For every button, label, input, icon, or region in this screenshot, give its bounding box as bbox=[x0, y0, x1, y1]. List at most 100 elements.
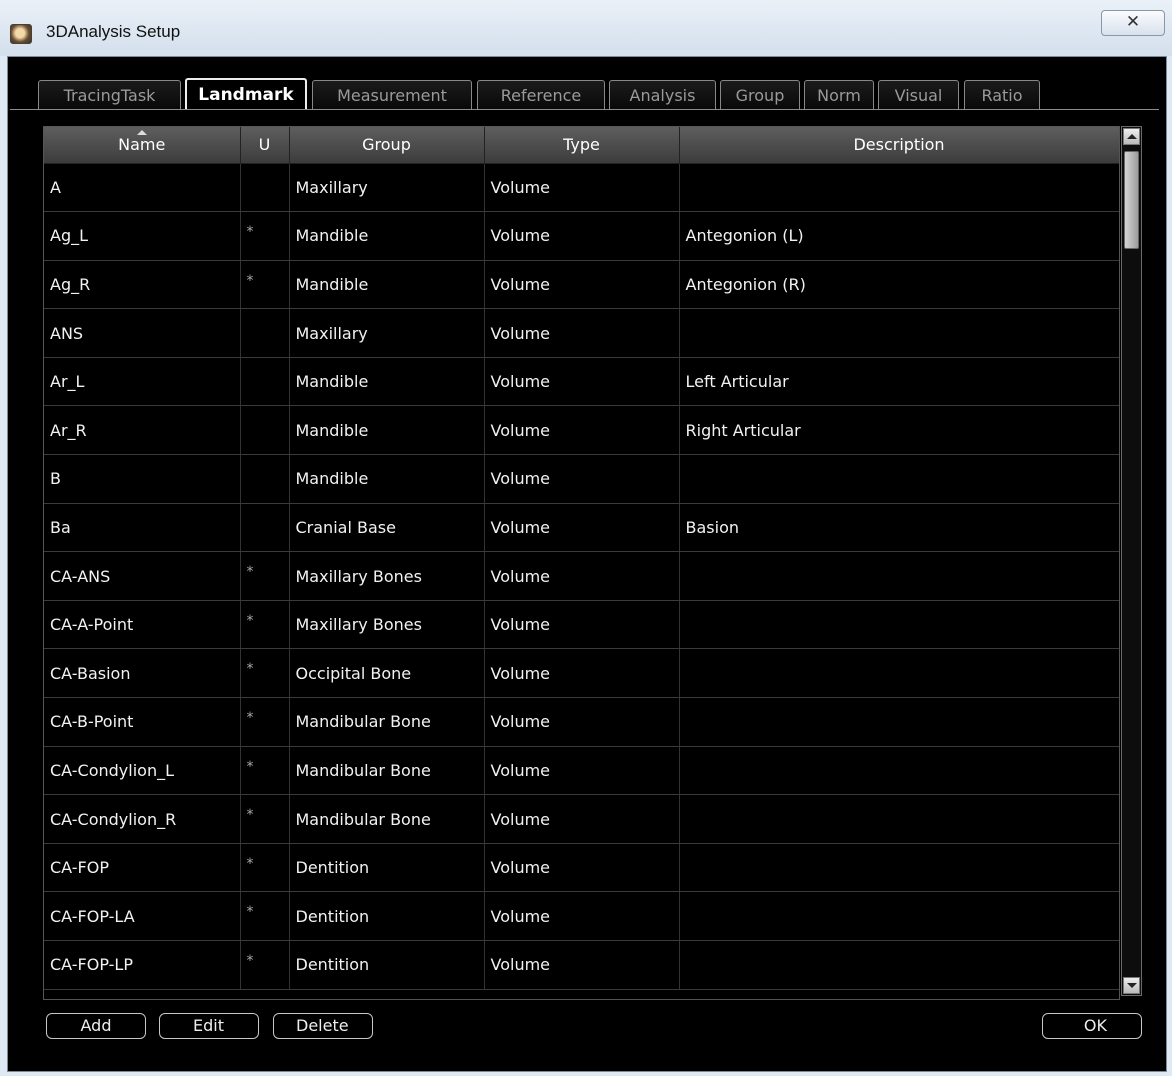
cell-type: Volume bbox=[484, 600, 680, 650]
cell-type: Volume bbox=[484, 746, 680, 796]
cell-group: Dentition bbox=[289, 940, 485, 990]
table-row[interactable]: CA-B-Point * Mandibular Bone Volume bbox=[44, 697, 1119, 747]
tab-group[interactable]: Group bbox=[720, 80, 800, 109]
cell-type: Volume bbox=[484, 405, 680, 456]
cell-group: Dentition bbox=[289, 843, 485, 893]
cell-u: * bbox=[240, 551, 290, 601]
table-row[interactable]: Ba Cranial Base Volume Basion bbox=[44, 503, 1119, 553]
cell-type: Volume bbox=[484, 357, 680, 407]
cell-description bbox=[679, 891, 1119, 941]
cell-description bbox=[679, 746, 1119, 796]
column-header-u[interactable]: U bbox=[240, 127, 290, 164]
table-row[interactable]: CA-FOP * Dentition Volume bbox=[44, 843, 1119, 893]
tab-analysis[interactable]: Analysis bbox=[609, 80, 716, 109]
tab-divider bbox=[10, 109, 1159, 110]
close-button[interactable]: ✕ bbox=[1101, 10, 1165, 36]
cell-name: Ag_L bbox=[44, 211, 241, 261]
cell-u: * bbox=[240, 648, 290, 699]
column-header-group[interactable]: Group bbox=[289, 127, 485, 164]
ok-button[interactable]: OK bbox=[1042, 1013, 1142, 1039]
cell-description bbox=[679, 697, 1119, 747]
tab-norm[interactable]: Norm bbox=[804, 80, 874, 109]
cell-type: Volume bbox=[484, 503, 680, 553]
cell-type: Volume bbox=[484, 940, 680, 990]
table-row[interactable]: B Mandible Volume bbox=[44, 454, 1119, 504]
add-button[interactable]: Add bbox=[46, 1013, 146, 1039]
cell-group: Mandibular Bone bbox=[289, 746, 485, 796]
title-bar: 3DAnalysis Setup ✕ bbox=[0, 0, 1172, 56]
tab-tracingtask[interactable]: TracingTask bbox=[38, 80, 181, 109]
tab-visual[interactable]: Visual bbox=[878, 80, 959, 109]
cell-type: Volume bbox=[484, 551, 680, 601]
cell-description bbox=[679, 308, 1119, 358]
table-row[interactable]: Ag_R * Mandible Volume Antegonion (R) bbox=[44, 260, 1119, 310]
cell-name: CA-A-Point bbox=[44, 600, 241, 650]
cell-type: Volume bbox=[484, 454, 680, 504]
tab-ratio[interactable]: Ratio bbox=[964, 80, 1040, 109]
table-row[interactable]: Ar_L Mandible Volume Left Articular bbox=[44, 357, 1119, 407]
delete-button[interactable]: Delete bbox=[273, 1013, 373, 1039]
table-header-row: Name U Group Type Description bbox=[44, 127, 1119, 164]
landmark-table: Name U Group Type Description A Maxillary… bbox=[43, 126, 1120, 1000]
cell-name: CA-FOP-LA bbox=[44, 891, 241, 941]
cell-u: * bbox=[240, 260, 290, 310]
tab-measurement[interactable]: Measurement bbox=[312, 80, 472, 109]
cell-name: CA-Basion bbox=[44, 648, 241, 699]
cell-description: Antegonion (L) bbox=[679, 211, 1119, 261]
table-row[interactable]: CA-Condylion_L * Mandibular Bone Volume bbox=[44, 746, 1119, 796]
table-row[interactable]: CA-Condylion_R * Mandibular Bone Volume bbox=[44, 794, 1119, 844]
cell-group: Mandible bbox=[289, 260, 485, 310]
table-row[interactable]: Ag_L * Mandible Volume Antegonion (L) bbox=[44, 211, 1119, 261]
cell-type: Volume bbox=[484, 308, 680, 358]
arrow-down-icon bbox=[1127, 983, 1137, 988]
cell-name: CA-FOP bbox=[44, 843, 241, 893]
cell-group: Maxillary bbox=[289, 308, 485, 358]
cell-name: CA-Condylion_R bbox=[44, 794, 241, 844]
cell-u: * bbox=[240, 600, 290, 650]
cell-description bbox=[679, 648, 1119, 699]
table-row[interactable]: CA-ANS * Maxillary Bones Volume bbox=[44, 551, 1119, 601]
scroll-down-button[interactable] bbox=[1123, 977, 1140, 994]
column-header-description[interactable]: Description bbox=[679, 127, 1119, 164]
column-header-type[interactable]: Type bbox=[484, 127, 680, 164]
cell-description: Left Articular bbox=[679, 357, 1119, 407]
cell-name: Ba bbox=[44, 503, 241, 553]
cell-description bbox=[679, 454, 1119, 504]
cell-group: Cranial Base bbox=[289, 503, 485, 553]
cell-u bbox=[240, 308, 290, 358]
cell-u: * bbox=[240, 746, 290, 796]
table-row[interactable]: ANS Maxillary Volume bbox=[44, 308, 1119, 358]
cell-u: * bbox=[240, 794, 290, 844]
cell-u bbox=[240, 503, 290, 553]
table-row[interactable]: A Maxillary Volume bbox=[44, 163, 1119, 213]
cell-group: Mandible bbox=[289, 405, 485, 456]
scroll-up-button[interactable] bbox=[1123, 128, 1140, 145]
cell-description bbox=[679, 794, 1119, 844]
tab-reference[interactable]: Reference bbox=[477, 80, 605, 109]
cell-type: Volume bbox=[484, 697, 680, 747]
edit-button[interactable]: Edit bbox=[159, 1013, 259, 1039]
tab-landmark[interactable]: Landmark bbox=[185, 78, 307, 110]
cell-name: Ar_L bbox=[44, 357, 241, 407]
cell-u: * bbox=[240, 891, 290, 941]
cell-type: Volume bbox=[484, 648, 680, 699]
vertical-scrollbar[interactable] bbox=[1121, 126, 1142, 996]
cell-group: Maxillary bbox=[289, 163, 485, 213]
table-row[interactable]: CA-A-Point * Maxillary Bones Volume bbox=[44, 600, 1119, 650]
table-row[interactable]: Ar_R Mandible Volume Right Articular bbox=[44, 405, 1119, 456]
cell-name: CA-B-Point bbox=[44, 697, 241, 747]
table-row[interactable]: CA-FOP-LP * Dentition Volume bbox=[44, 940, 1119, 990]
cell-group: Dentition bbox=[289, 891, 485, 941]
column-header-name[interactable]: Name bbox=[44, 127, 241, 164]
cell-description bbox=[679, 551, 1119, 601]
cell-description: Antegonion (R) bbox=[679, 260, 1119, 310]
scroll-thumb[interactable] bbox=[1124, 151, 1139, 249]
cell-description bbox=[679, 843, 1119, 893]
cell-group: Occipital Bone bbox=[289, 648, 485, 699]
cell-name: Ag_R bbox=[44, 260, 241, 310]
table-row[interactable]: CA-Basion * Occipital Bone Volume bbox=[44, 648, 1119, 699]
cell-name: CA-Condylion_L bbox=[44, 746, 241, 796]
cell-type: Volume bbox=[484, 891, 680, 941]
cell-u: * bbox=[240, 843, 290, 893]
table-row[interactable]: CA-FOP-LA * Dentition Volume bbox=[44, 891, 1119, 941]
